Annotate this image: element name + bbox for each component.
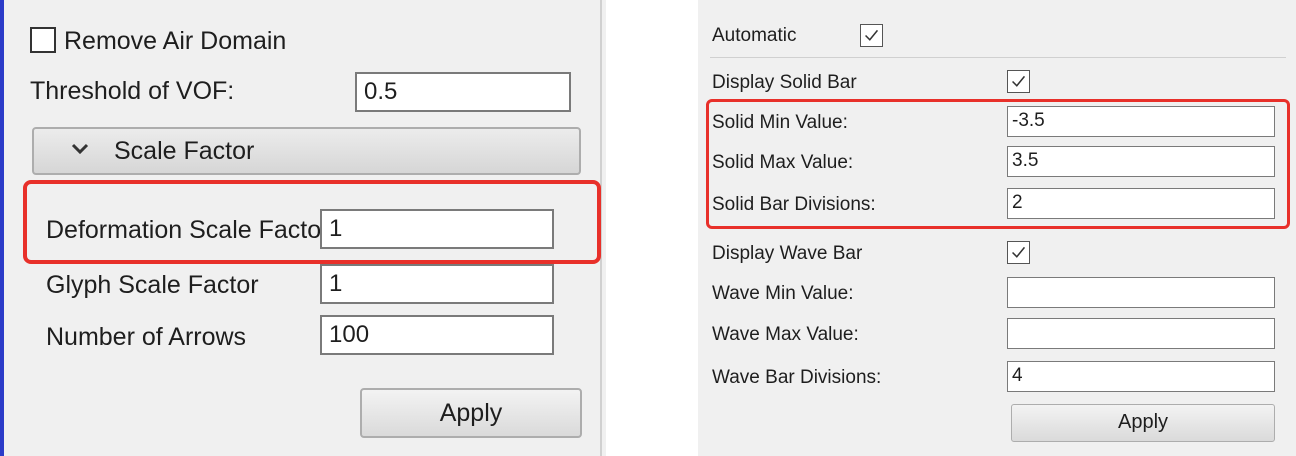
- threshold-vof-input[interactable]: 0.5: [355, 72, 571, 112]
- scale-factor-group-header[interactable]: Scale Factor: [32, 127, 581, 175]
- number-of-arrows-label: Number of Arrows: [46, 323, 247, 351]
- apply-button[interactable]: Apply: [360, 388, 582, 438]
- number-of-arrows-input[interactable]: 100: [320, 315, 554, 355]
- apply-button[interactable]: Apply: [1011, 404, 1275, 442]
- wave-min-value-label: Wave Min Value:: [712, 283, 854, 304]
- glyph-scale-factor-input[interactable]: 1: [320, 264, 554, 304]
- wave-max-value-input[interactable]: [1007, 318, 1275, 349]
- display-solid-bar-checkbox[interactable]: [1007, 70, 1030, 93]
- checkmark-icon: [1012, 75, 1026, 87]
- remove-air-domain-label: Remove Air Domain: [64, 27, 287, 55]
- remove-air-domain-checkbox[interactable]: [30, 27, 56, 53]
- color-bar-settings-panel: Automatic Display Solid Bar Solid Min Va…: [698, 0, 1296, 456]
- highlight-box: [706, 99, 1290, 229]
- chevron-down-icon: [71, 143, 89, 155]
- panel-accent-bar: [0, 0, 4, 456]
- display-wave-bar-label: Display Wave Bar: [712, 243, 863, 264]
- checkmark-icon: [1012, 246, 1026, 258]
- wave-min-value-input[interactable]: [1007, 277, 1275, 308]
- highlight-box: [23, 180, 601, 264]
- automatic-checkbox[interactable]: [860, 24, 883, 47]
- scale-settings-panel: Remove Air Domain Threshold of VOF: 0.5 …: [0, 0, 606, 456]
- glyph-scale-factor-label: Glyph Scale Factor: [46, 271, 259, 299]
- separator-line: [710, 57, 1286, 58]
- threshold-vof-label: Threshold of VOF:: [30, 77, 235, 105]
- wave-bar-divisions-input[interactable]: 4: [1007, 361, 1275, 392]
- wave-max-value-label: Wave Max Value:: [712, 324, 859, 345]
- scale-factor-group-title: Scale Factor: [114, 137, 255, 165]
- display-solid-bar-label: Display Solid Bar: [712, 72, 857, 93]
- display-wave-bar-checkbox[interactable]: [1007, 241, 1030, 264]
- checkmark-icon: [865, 29, 879, 41]
- wave-bar-divisions-label: Wave Bar Divisions:: [712, 367, 882, 388]
- automatic-label: Automatic: [712, 25, 797, 46]
